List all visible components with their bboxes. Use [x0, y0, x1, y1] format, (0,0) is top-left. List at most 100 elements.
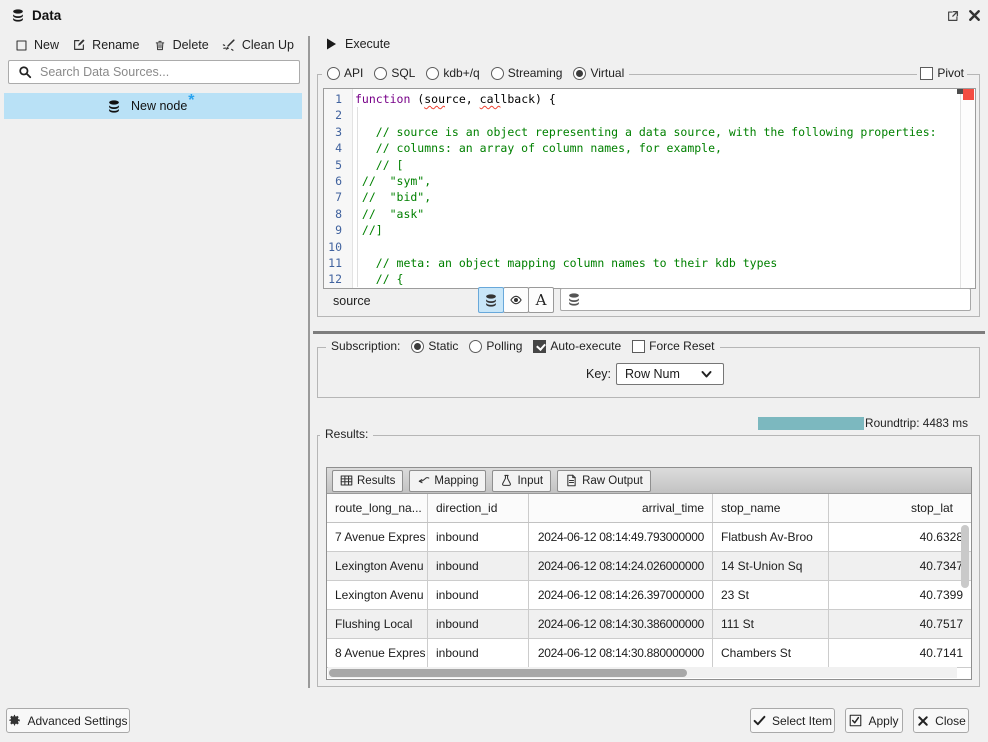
results-tabstrip: Results Mapping Input Raw Output: [327, 468, 971, 494]
checkbox-force-reset[interactable]: Force Reset: [632, 339, 714, 353]
column-header[interactable]: direction_id: [428, 494, 529, 522]
table-cell: Flatbush Av-Broo: [713, 523, 829, 551]
radio-api[interactable]: API: [327, 66, 363, 80]
close-button[interactable]: Close: [913, 708, 969, 733]
rename-button[interactable]: Rename: [72, 36, 139, 54]
radio-kdb-q[interactable]: kdb+/q: [426, 66, 479, 80]
results-table: route_long_na...direction_idarrival_time…: [327, 494, 971, 668]
chevron-down-icon: [701, 370, 712, 379]
code-line: 6 // "sym",: [324, 173, 959, 189]
radio-streaming[interactable]: Streaming: [491, 66, 563, 80]
source-type-groupbox: APISQLkdb+/qStreamingVirtual Pivot 1func…: [317, 74, 980, 317]
table-cell: inbound: [428, 639, 529, 667]
table-row[interactable]: Lexington Avenuinbound2024-06-12 08:14:2…: [327, 581, 971, 610]
x-icon: [916, 714, 929, 727]
key-select[interactable]: Row Num: [616, 363, 724, 385]
table-cell: 2024-06-12 08:14:30.880000000: [529, 639, 713, 667]
apply-button[interactable]: Apply: [845, 708, 903, 733]
font-icon: A: [536, 291, 547, 309]
table-cell: inbound: [428, 552, 529, 580]
subscription-groupbox: Subscription: Static Polling Auto-execut…: [317, 347, 980, 398]
column-header[interactable]: arrival_time: [529, 494, 713, 522]
advanced-settings-button[interactable]: Advanced Settings: [6, 708, 130, 733]
table-horizontal-scrollbar[interactable]: [328, 667, 957, 678]
results-label: Results:: [325, 427, 368, 441]
tree-item-new-node[interactable]: New node *: [4, 93, 302, 119]
table-cell: 40.6328: [829, 523, 971, 551]
radio-static[interactable]: Static: [411, 339, 458, 353]
popout-icon[interactable]: [946, 9, 960, 23]
table-cell: 14 St-Union Sq: [713, 552, 829, 580]
pivot-checkbox-box[interactable]: [920, 67, 933, 80]
table-row[interactable]: 8 Avenue Expresinbound2024-06-12 08:14:3…: [327, 639, 971, 668]
source-input[interactable]: [560, 288, 971, 311]
new-button[interactable]: New: [14, 36, 59, 54]
database-icon: [106, 98, 122, 114]
roundtrip-progress-bar: [758, 417, 864, 430]
checkbox-auto-execute[interactable]: Auto-execute: [533, 339, 621, 353]
execute-button[interactable]: Execute: [326, 37, 390, 51]
database-icon: [484, 293, 498, 307]
source-type-radios: API SQL kdb+/q Streaming Virtual: [322, 66, 629, 80]
play-icon: [326, 38, 337, 50]
scroll-marker-error: [963, 89, 974, 100]
eye-icon: [509, 293, 523, 307]
table-cell: inbound: [428, 610, 529, 638]
column-header[interactable]: stop_name: [713, 494, 829, 522]
radio-sql[interactable]: SQL: [374, 66, 415, 80]
tree-item-label: New node: [131, 99, 187, 113]
table-vertical-scrollbar[interactable]: [961, 525, 969, 588]
code-line: 2: [324, 107, 959, 123]
tab-input[interactable]: Input: [492, 470, 551, 492]
editor-scrollbar[interactable]: [960, 89, 975, 288]
table-cell: 2024-06-12 08:14:26.397000000: [529, 581, 713, 609]
tab-results[interactable]: Results: [332, 470, 403, 492]
panel-divider[interactable]: [308, 36, 310, 688]
mapping-icon: [417, 474, 430, 487]
table-icon: [340, 474, 353, 487]
force-reset-box[interactable]: [632, 340, 645, 353]
flask-icon: [500, 474, 513, 487]
table-row[interactable]: Flushing Localinbound2024-06-12 08:14:30…: [327, 610, 971, 639]
code-line: 5 // [: [324, 157, 959, 173]
results-container: Results Mapping Input Raw Output route_long…: [326, 467, 972, 680]
key-select-value: Row Num: [625, 367, 680, 381]
modified-marker: *: [188, 92, 194, 110]
column-header[interactable]: stop_lat: [829, 494, 971, 522]
code-line: 8 // "ask": [324, 206, 959, 222]
eye-view-button[interactable]: [503, 287, 529, 313]
table-cell: 40.7517: [829, 610, 971, 638]
code-editor[interactable]: 1function (source, callback) {23 // sour…: [323, 88, 976, 289]
tab-mapping[interactable]: Mapping: [409, 470, 486, 492]
column-header[interactable]: route_long_na...: [327, 494, 428, 522]
radio-static-circle[interactable]: [411, 340, 424, 353]
hscroll-thumb[interactable]: [329, 669, 687, 677]
key-label: Key:: [586, 367, 611, 381]
pivot-checkbox[interactable]: Pivot: [917, 66, 967, 80]
database-view-button[interactable]: [478, 287, 504, 313]
dialog-title: Data: [32, 8, 61, 23]
tab-raw-output[interactable]: Raw Output: [557, 470, 651, 492]
table-cell: 111 St: [713, 610, 829, 638]
table-cell: 40.7347: [829, 552, 971, 580]
section-divider[interactable]: [313, 331, 985, 334]
radio-virtual[interactable]: Virtual: [573, 66, 624, 80]
table-row[interactable]: 7 Avenue Expresinbound2024-06-12 08:14:4…: [327, 523, 971, 552]
search-input[interactable]: Search Data Sources...: [8, 60, 300, 84]
code-line: 12 // {: [324, 271, 959, 287]
source-view-buttons: A: [478, 287, 554, 313]
radio-polling-circle[interactable]: [469, 340, 482, 353]
key-row: Key: Row Num: [586, 363, 724, 385]
table-row[interactable]: Lexington Avenuinbound2024-06-12 08:14:2…: [327, 552, 971, 581]
radio-polling[interactable]: Polling: [469, 339, 522, 353]
delete-button[interactable]: Delete: [153, 36, 209, 54]
datasource-toolbar: New Rename Delete Clean Up: [8, 36, 300, 54]
select-item-button[interactable]: Select Item: [750, 708, 835, 733]
clean-up-button[interactable]: Clean Up: [222, 36, 294, 54]
cleanup-icon: [222, 38, 236, 52]
pivot-label: Pivot: [937, 66, 964, 80]
font-view-button[interactable]: A: [528, 287, 554, 313]
close-icon[interactable]: [966, 7, 982, 23]
auto-execute-box[interactable]: [533, 340, 546, 353]
results-groupbox: Results: ResultsMappingInputRaw Output r…: [317, 435, 980, 687]
